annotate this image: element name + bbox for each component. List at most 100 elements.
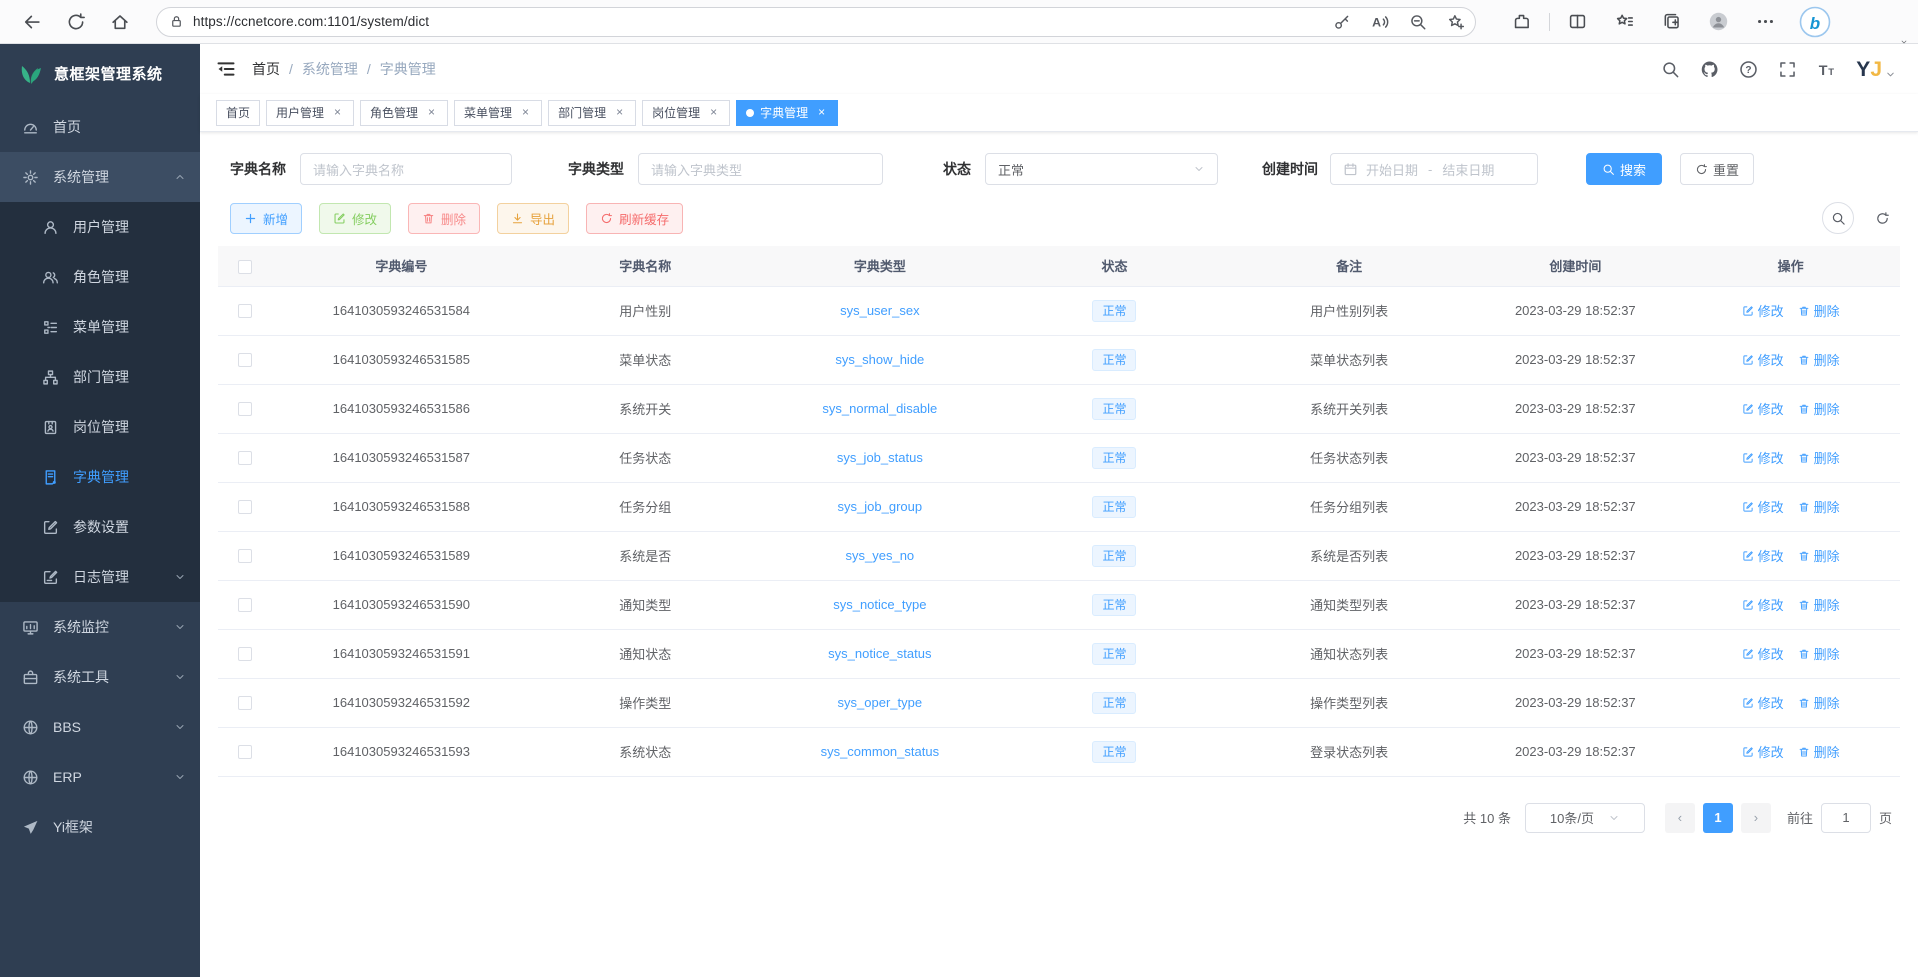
dict-type-link[interactable]: sys_notice_type xyxy=(833,597,926,612)
tab-close-icon[interactable]: × xyxy=(613,106,626,119)
sidebar-item-home[interactable]: 首页 xyxy=(0,102,200,152)
edit-button[interactable]: 修改 xyxy=(319,203,391,234)
tab-menu[interactable]: 菜单管理× xyxy=(454,100,542,126)
browser-home-icon[interactable] xyxy=(110,12,130,32)
split-screen-icon[interactable] xyxy=(1568,12,1587,31)
page-size-select[interactable]: 10条/页 xyxy=(1525,803,1645,833)
export-button[interactable]: 导出 xyxy=(497,203,569,234)
tab-close-icon[interactable]: × xyxy=(425,106,438,119)
row-edit-button[interactable]: 修改 xyxy=(1742,742,1784,761)
dict-type-link[interactable]: sys_notice_status xyxy=(828,646,931,661)
browser-refresh-icon[interactable] xyxy=(66,12,86,32)
row-edit-button[interactable]: 修改 xyxy=(1742,399,1784,418)
goto-page-input[interactable] xyxy=(1821,803,1871,833)
table-search-toggle[interactable] xyxy=(1822,202,1854,234)
sidebar-item-bbs[interactable]: BBS xyxy=(0,702,200,752)
sidebar-item-yi-framework[interactable]: Yi框架 xyxy=(0,802,200,852)
dict-name-input[interactable]: 请输入字典名称 xyxy=(300,153,512,185)
row-checkbox[interactable] xyxy=(238,500,252,514)
row-delete-button[interactable]: 删除 xyxy=(1798,497,1840,516)
tab-close-icon[interactable]: × xyxy=(331,106,344,119)
app-logo[interactable]: 意框架管理系统 xyxy=(0,44,200,102)
header-search-icon[interactable] xyxy=(1661,60,1680,79)
read-aloud-icon[interactable]: A xyxy=(1371,13,1389,31)
sidebar-item-system-management[interactable]: 系统管理 xyxy=(0,152,200,202)
fullscreen-icon[interactable] xyxy=(1778,60,1797,79)
sidebar-item-system-monitor[interactable]: 系统监控 xyxy=(0,602,200,652)
sidebar-collapse-icon[interactable] xyxy=(216,59,236,79)
address-bar[interactable]: https://ccnetcore.com:1101/system/dict A xyxy=(156,7,1476,37)
dict-type-link[interactable]: sys_user_sex xyxy=(840,303,919,318)
row-edit-button[interactable]: 修改 xyxy=(1742,448,1784,467)
tab-close-icon[interactable]: × xyxy=(815,106,828,119)
sidebar-item-dept-management[interactable]: 部门管理 xyxy=(0,352,200,402)
sidebar-item-post-management[interactable]: 岗位管理 xyxy=(0,402,200,452)
dict-type-link[interactable]: sys_yes_no xyxy=(846,548,915,563)
table-refresh-button[interactable] xyxy=(1866,202,1898,234)
password-icon[interactable] xyxy=(1333,13,1351,31)
browser-back-icon[interactable] xyxy=(22,12,42,32)
tab-dept[interactable]: 部门管理× xyxy=(548,100,636,126)
row-delete-button[interactable]: 删除 xyxy=(1798,399,1840,418)
row-edit-button[interactable]: 修改 xyxy=(1742,497,1784,516)
sidebar-item-dict-management[interactable]: 字典管理 xyxy=(0,452,200,502)
search-button[interactable]: 搜索 xyxy=(1586,153,1662,185)
collections-icon[interactable] xyxy=(1662,12,1681,31)
github-icon[interactable] xyxy=(1700,60,1719,79)
lock-icon[interactable] xyxy=(169,14,184,29)
next-page-button[interactable]: › xyxy=(1741,803,1771,833)
breadcrumb-system[interactable]: 系统管理 xyxy=(302,59,358,79)
date-range-picker[interactable]: 开始日期 - 结束日期 xyxy=(1330,153,1538,185)
delete-button[interactable]: 删除 xyxy=(408,203,480,234)
dict-type-link[interactable]: sys_job_group xyxy=(838,499,923,514)
prev-page-button[interactable]: ‹ xyxy=(1665,803,1695,833)
select-all-checkbox[interactable] xyxy=(238,260,252,274)
tab-close-icon[interactable]: × xyxy=(707,106,720,119)
dict-type-input[interactable]: 请输入字典类型 xyxy=(638,153,883,185)
tab-home[interactable]: 首页 xyxy=(216,100,260,126)
favorites-icon[interactable] xyxy=(1615,12,1634,31)
refresh-cache-button[interactable]: 刷新缓存 xyxy=(586,203,683,234)
tab-dict[interactable]: 字典管理× xyxy=(736,100,838,126)
row-delete-button[interactable]: 删除 xyxy=(1798,546,1840,565)
bing-chat-icon[interactable]: b xyxy=(1799,6,1831,38)
user-menu-caret-icon[interactable] xyxy=(1885,69,1896,80)
sidebar-item-param-settings[interactable]: 参数设置 xyxy=(0,502,200,552)
url-text[interactable]: https://ccnetcore.com:1101/system/dict xyxy=(193,14,1313,29)
tab-close-icon[interactable]: × xyxy=(519,106,532,119)
row-delete-button[interactable]: 删除 xyxy=(1798,301,1840,320)
sidebar-item-log-management[interactable]: 日志管理 xyxy=(0,552,200,602)
sidebar-item-user-management[interactable]: 用户管理 xyxy=(0,202,200,252)
reset-button[interactable]: 重置 xyxy=(1680,153,1754,185)
breadcrumb-home[interactable]: 首页 xyxy=(252,59,280,79)
row-checkbox[interactable] xyxy=(238,549,252,563)
row-checkbox[interactable] xyxy=(238,451,252,465)
sidebar-item-erp[interactable]: ERP xyxy=(0,752,200,802)
row-checkbox[interactable] xyxy=(238,402,252,416)
row-edit-button[interactable]: 修改 xyxy=(1742,693,1784,712)
row-delete-button[interactable]: 删除 xyxy=(1798,693,1840,712)
row-checkbox[interactable] xyxy=(238,696,252,710)
dict-type-link[interactable]: sys_common_status xyxy=(821,744,940,759)
row-edit-button[interactable]: 修改 xyxy=(1742,546,1784,565)
row-edit-button[interactable]: 修改 xyxy=(1742,350,1784,369)
profile-avatar[interactable] xyxy=(1709,12,1728,31)
row-delete-button[interactable]: 删除 xyxy=(1798,742,1840,761)
sidebar-item-system-tools[interactable]: 系统工具 xyxy=(0,652,200,702)
sidebar-item-role-management[interactable]: 角色管理 xyxy=(0,252,200,302)
more-menu-icon[interactable] xyxy=(1756,12,1775,31)
dict-type-link[interactable]: sys_show_hide xyxy=(835,352,924,367)
dict-type-link[interactable]: sys_job_status xyxy=(837,450,923,465)
dict-type-link[interactable]: sys_normal_disable xyxy=(822,401,937,416)
tab-post[interactable]: 岗位管理× xyxy=(642,100,730,126)
sidebar-item-menu-management[interactable]: 菜单管理 xyxy=(0,302,200,352)
user-logo[interactable]: YJ xyxy=(1856,59,1882,80)
row-delete-button[interactable]: 删除 xyxy=(1798,644,1840,663)
current-page-button[interactable]: 1 xyxy=(1703,803,1733,833)
row-checkbox[interactable] xyxy=(238,304,252,318)
row-delete-button[interactable]: 删除 xyxy=(1798,448,1840,467)
dict-type-link[interactable]: sys_oper_type xyxy=(838,695,923,710)
row-checkbox[interactable] xyxy=(238,353,252,367)
add-button[interactable]: 新增 xyxy=(230,203,302,234)
row-edit-button[interactable]: 修改 xyxy=(1742,644,1784,663)
